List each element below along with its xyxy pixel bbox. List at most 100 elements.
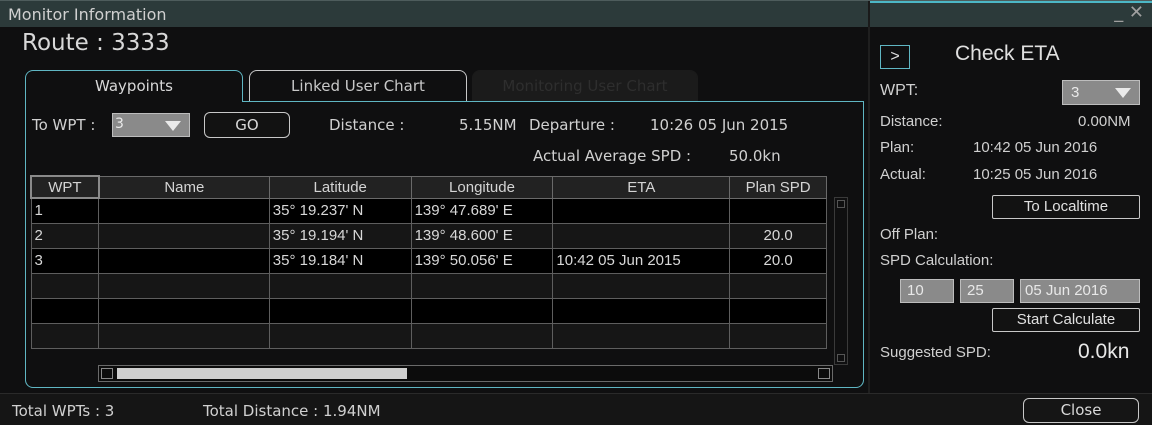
departure-label: Departure : — [529, 116, 615, 134]
panel-divider — [868, 27, 870, 393]
window-title: Monitor Information — [8, 5, 167, 24]
column-header-wpt[interactable]: WPT — [30, 175, 100, 199]
cell-latitude — [268, 322, 412, 349]
cell-latitude: 35° 19.237' N — [268, 197, 412, 224]
column-header-plan-spd[interactable]: Plan SPD — [729, 175, 827, 199]
scroll-up-icon[interactable] — [837, 200, 845, 208]
cell-eta — [552, 197, 731, 224]
tab-linked-user-chart[interactable]: Linked User Chart — [249, 70, 467, 102]
plan-value: 10:42 05 Jun 2016 — [973, 139, 1098, 156]
tab-monitoring-user-chart[interactable]: Monitoring User Chart — [472, 70, 698, 102]
scroll-right-icon[interactable] — [818, 368, 830, 379]
title-divider — [868, 1, 870, 27]
scroll-left-icon[interactable] — [101, 368, 113, 379]
cell-latitude — [268, 297, 412, 324]
horizontal-scrollbar[interactable] — [98, 365, 833, 382]
table-row[interactable] — [30, 297, 827, 324]
wpt-label: WPT: — [880, 82, 919, 99]
to-localtime-button[interactable]: To Localtime — [992, 195, 1140, 219]
cell-plan-spd: 20.0 — [729, 222, 827, 249]
table-row[interactable]: 3 35° 19.184' N 139° 50.056' E 10:42 05 … — [30, 247, 827, 274]
cell-longitude — [410, 272, 554, 299]
cell-plan-spd — [729, 272, 827, 299]
cell-plan-spd — [729, 297, 827, 324]
cell-wpt — [30, 297, 100, 324]
column-header-latitude[interactable]: Latitude — [268, 175, 412, 199]
tab-waypoints[interactable]: Waypoints — [25, 70, 243, 102]
cell-longitude: 139° 47.689' E — [410, 197, 554, 224]
cell-latitude: 35° 19.194' N — [268, 222, 412, 249]
scroll-down-icon[interactable] — [837, 354, 845, 362]
status-bar: Total WPTs : 3 Total Distance : 1.94NM — [0, 393, 1152, 425]
table-header-row: WPT Name Latitude Longitude ETA Plan SPD — [30, 175, 827, 199]
chevron-down-icon — [1115, 88, 1131, 98]
distance-value: 5.15NM — [459, 116, 517, 134]
eta-distance-value: 0.00NM — [1078, 113, 1131, 130]
eta-wpt-select[interactable]: 3 — [1062, 80, 1140, 105]
plan-label: Plan: — [880, 139, 915, 156]
go-button[interactable]: GO — [204, 112, 290, 138]
suggested-spd-label: Suggested SPD: — [880, 344, 991, 361]
column-header-name[interactable]: Name — [98, 175, 270, 199]
cell-name — [98, 197, 270, 224]
cell-plan-spd: 20.0 — [729, 247, 827, 274]
vertical-scrollbar[interactable] — [834, 197, 848, 365]
to-wpt-select[interactable]: 3 — [112, 113, 190, 137]
cell-longitude — [410, 322, 554, 349]
cell-name — [98, 247, 270, 274]
actual-value: 10:25 05 Jun 2016 — [973, 166, 1098, 183]
calc-minute-input[interactable]: 25 — [960, 279, 1014, 303]
distance-label: Distance : — [329, 116, 405, 134]
to-wpt-label: To WPT : — [32, 116, 96, 134]
column-header-longitude[interactable]: Longitude — [410, 175, 554, 199]
cell-name — [98, 322, 270, 349]
cell-name — [98, 297, 270, 324]
chevron-down-icon — [165, 121, 181, 131]
departure-value: 10:26 05 Jun 2015 — [650, 116, 789, 134]
cell-eta: 10:42 05 Jun 2015 — [552, 247, 731, 274]
check-eta-title: Check ETA — [955, 42, 1060, 65]
calc-hour-input[interactable]: 10 — [900, 279, 954, 303]
eta-distance-label: Distance: — [880, 113, 943, 130]
cell-wpt — [30, 322, 100, 349]
table-row[interactable]: 2 35° 19.194' N 139° 48.600' E 20.0 — [30, 222, 827, 249]
monitor-information-window: Monitor Information _ ✕ Route : 3333 Way… — [0, 0, 1152, 425]
waypoints-table: WPT Name Latitude Longitude ETA Plan SPD… — [30, 175, 827, 349]
expand-toggle-button[interactable]: > — [880, 45, 910, 69]
average-spd-label: Actual Average SPD : — [533, 147, 692, 165]
title-accent-line — [870, 1, 1152, 3]
route-title: Route : 3333 — [22, 30, 170, 56]
off-plan-label: Off Plan: — [880, 226, 939, 243]
close-button[interactable]: Close — [1023, 398, 1139, 423]
cell-latitude — [268, 272, 412, 299]
total-wpts: Total WPTs : 3 — [12, 402, 115, 420]
to-wpt-value: 3 — [115, 116, 124, 132]
eta-wpt-value: 3 — [1071, 84, 1080, 101]
cell-wpt: 3 — [30, 247, 100, 274]
actual-label: Actual: — [880, 166, 926, 183]
cell-name — [98, 222, 270, 249]
spd-calculation-label: SPD Calculation: — [880, 252, 994, 269]
cell-longitude: 139° 50.056' E — [410, 247, 554, 274]
cell-eta — [552, 222, 731, 249]
horizontal-scroll-thumb[interactable] — [117, 368, 407, 379]
average-spd-value: 50.0kn — [729, 147, 781, 165]
total-distance: Total Distance : 1.94NM — [203, 402, 381, 420]
cell-wpt: 2 — [30, 222, 100, 249]
cell-plan-spd — [729, 322, 827, 349]
start-calculate-button[interactable]: Start Calculate — [992, 308, 1140, 332]
table-row[interactable] — [30, 272, 827, 299]
title-bar: Monitor Information _ ✕ — [0, 0, 1152, 27]
cell-eta — [552, 297, 731, 324]
cell-wpt: 1 — [30, 197, 100, 224]
table-row[interactable]: 1 35° 19.237' N 139° 47.689' E — [30, 197, 827, 224]
calc-date-input[interactable]: 05 Jun 2016 — [1020, 279, 1140, 303]
cell-eta — [552, 272, 731, 299]
cell-plan-spd — [729, 197, 827, 224]
table-row[interactable] — [30, 322, 827, 349]
close-window-icon[interactable]: _ ✕ — [1114, 2, 1144, 23]
column-header-eta[interactable]: ETA — [552, 175, 731, 199]
cell-name — [98, 272, 270, 299]
cell-longitude — [410, 297, 554, 324]
cell-longitude: 139° 48.600' E — [410, 222, 554, 249]
